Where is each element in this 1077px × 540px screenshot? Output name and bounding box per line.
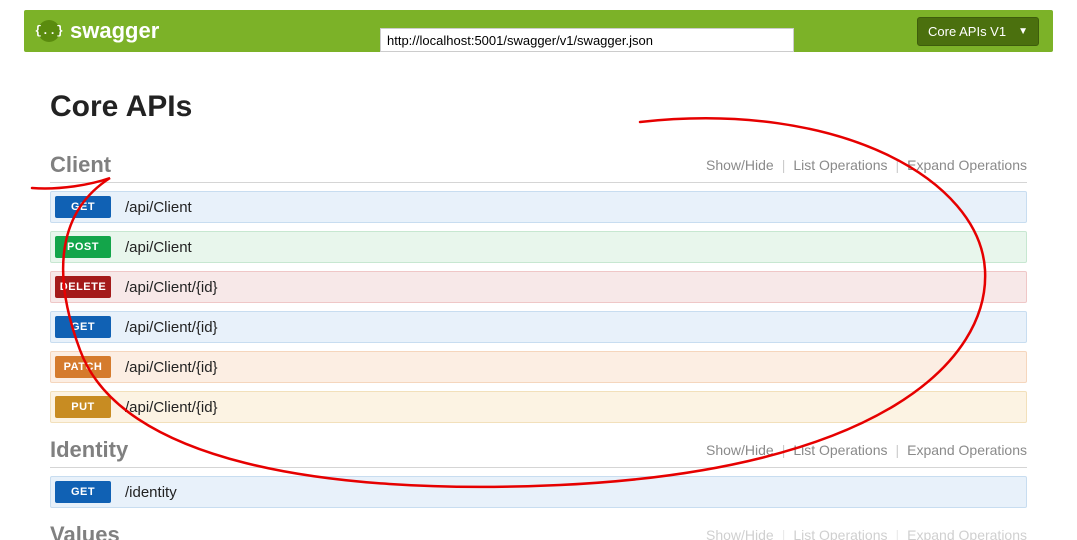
operation-path: /api/Client/{id} [125, 399, 218, 416]
section-actions: Show/Hide | List Operations | Expand Ope… [706, 527, 1027, 540]
operation-path: /api/Client [125, 199, 192, 216]
chevron-down-icon: ▼ [1018, 26, 1028, 37]
section-title[interactable]: Values [50, 522, 120, 540]
operation-row[interactable]: GET /identity [50, 476, 1027, 508]
method-badge: GET [55, 481, 111, 503]
show-hide-link[interactable]: Show/Hide [706, 442, 774, 458]
method-badge: PUT [55, 396, 111, 418]
api-definition-label: Core APIs V1 [928, 24, 1006, 39]
api-definition-select[interactable]: Core APIs V1 ▼ [917, 17, 1039, 46]
section-actions: Show/Hide | List Operations | Expand Ope… [706, 442, 1027, 458]
operations-client: GET /api/Client POST /api/Client DELETE … [50, 191, 1027, 423]
section-title[interactable]: Client [50, 152, 111, 178]
operation-row[interactable]: PATCH /api/Client/{id} [50, 351, 1027, 383]
operation-path: /identity [125, 484, 177, 501]
method-badge: GET [55, 196, 111, 218]
divider: | [896, 527, 900, 540]
section-title[interactable]: Identity [50, 437, 128, 463]
divider: | [782, 157, 786, 173]
operation-row[interactable]: GET /api/Client [50, 191, 1027, 223]
operation-row[interactable]: POST /api/Client [50, 231, 1027, 263]
operation-path: /api/Client/{id} [125, 319, 218, 336]
operation-path: /api/Client [125, 239, 192, 256]
method-badge: POST [55, 236, 111, 258]
spec-url-input[interactable] [380, 28, 794, 52]
page-title: Core APIs [50, 90, 1027, 124]
list-operations-link[interactable]: List Operations [793, 442, 887, 458]
show-hide-link[interactable]: Show/Hide [706, 157, 774, 173]
main-content: Core APIs Client Show/Hide | List Operat… [0, 52, 1077, 540]
list-operations-link[interactable]: List Operations [793, 157, 887, 173]
expand-operations-link[interactable]: Expand Operations [907, 527, 1027, 540]
divider: | [782, 442, 786, 458]
operations-identity: GET /identity [50, 476, 1027, 508]
section-header-values: Values Show/Hide | List Operations | Exp… [50, 522, 1027, 540]
expand-operations-link[interactable]: Expand Operations [907, 442, 1027, 458]
list-operations-link[interactable]: List Operations [793, 527, 887, 540]
operation-row[interactable]: GET /api/Client/{id} [50, 311, 1027, 343]
divider: | [896, 157, 900, 173]
divider: | [896, 442, 900, 458]
expand-operations-link[interactable]: Expand Operations [907, 157, 1027, 173]
swagger-logo-text: swagger [70, 18, 159, 44]
swagger-logo-icon: {..} [38, 20, 60, 42]
divider: | [782, 527, 786, 540]
operation-row[interactable]: DELETE /api/Client/{id} [50, 271, 1027, 303]
show-hide-link[interactable]: Show/Hide [706, 527, 774, 540]
section-header-identity: Identity Show/Hide | List Operations | E… [50, 437, 1027, 468]
method-badge: GET [55, 316, 111, 338]
topbar: {..} swagger Core APIs V1 ▼ [24, 10, 1053, 52]
operation-path: /api/Client/{id} [125, 359, 218, 376]
section-actions: Show/Hide | List Operations | Expand Ope… [706, 157, 1027, 173]
method-badge: DELETE [55, 276, 111, 298]
operation-row[interactable]: PUT /api/Client/{id} [50, 391, 1027, 423]
method-badge: PATCH [55, 356, 111, 378]
operation-path: /api/Client/{id} [125, 279, 218, 296]
section-header-client: Client Show/Hide | List Operations | Exp… [50, 152, 1027, 183]
